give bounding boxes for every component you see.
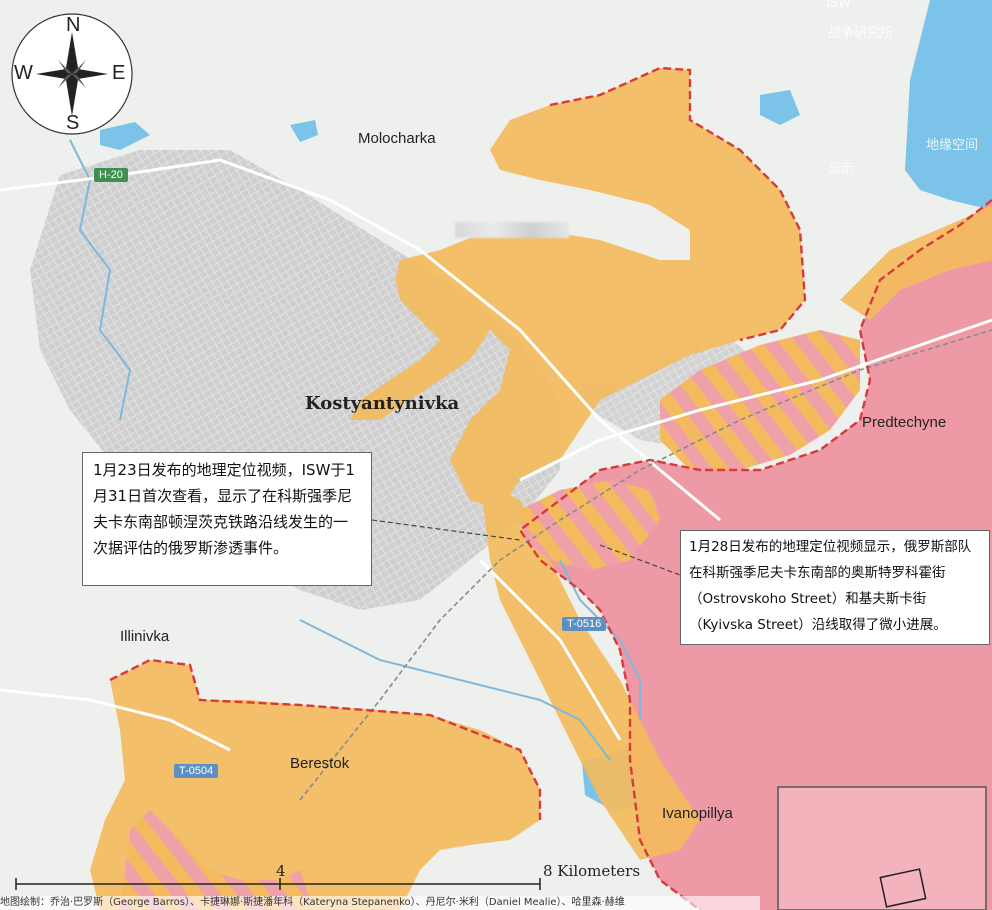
annotation-callout-infiltration: 1月23日发布的地理定位视频，ISW于1月31日首次查看，显示了在科斯强季尼夫卡… bbox=[82, 452, 372, 586]
inset-map bbox=[777, 786, 987, 910]
header-line3: 显示 bbox=[828, 162, 855, 177]
header-line2: 地缘空间 bbox=[926, 138, 979, 153]
annotation-callout-advance: 1月28日发布的地理定位视频显示，俄罗斯部队在科斯强季尼夫卡东南部的奥斯特罗科霍… bbox=[680, 530, 990, 645]
header-line1: 战争研究所 bbox=[828, 26, 894, 41]
road-shield-h20: H-20 bbox=[94, 168, 128, 182]
scale-label-mid: 4 bbox=[276, 862, 286, 880]
road-shield-t0504: T-0504 bbox=[174, 764, 219, 778]
map-credit: 地图绘制：乔治·巴罗斯（George Barros）、卡捷琳娜·斯捷潘年科（Ka… bbox=[0, 896, 760, 910]
scale-label-end: 8 Kilometers bbox=[543, 862, 641, 880]
place-label-kostyantynivka: Kostyantynivka bbox=[305, 393, 460, 414]
place-label-predtechyne: Predtechyne bbox=[862, 414, 947, 431]
compass-north: N bbox=[66, 14, 81, 36]
place-label-berestok: Berestok bbox=[290, 755, 350, 772]
place-label-illinivka: Illinivka bbox=[120, 628, 170, 645]
compass-east: E bbox=[112, 62, 126, 84]
header-isw: ISW bbox=[826, 0, 851, 11]
obscured-label bbox=[455, 222, 569, 238]
map-canvas[interactable]: N S W E Molocharka Kostyantynivka Predte… bbox=[0, 0, 992, 910]
compass-south: S bbox=[66, 112, 80, 134]
compass-west: W bbox=[14, 62, 33, 84]
place-label-molocharka: Molocharka bbox=[358, 130, 436, 147]
road-shield-t0516: T-0516 bbox=[562, 617, 607, 631]
place-label-ivanopillya: Ivanopillya bbox=[662, 805, 733, 822]
